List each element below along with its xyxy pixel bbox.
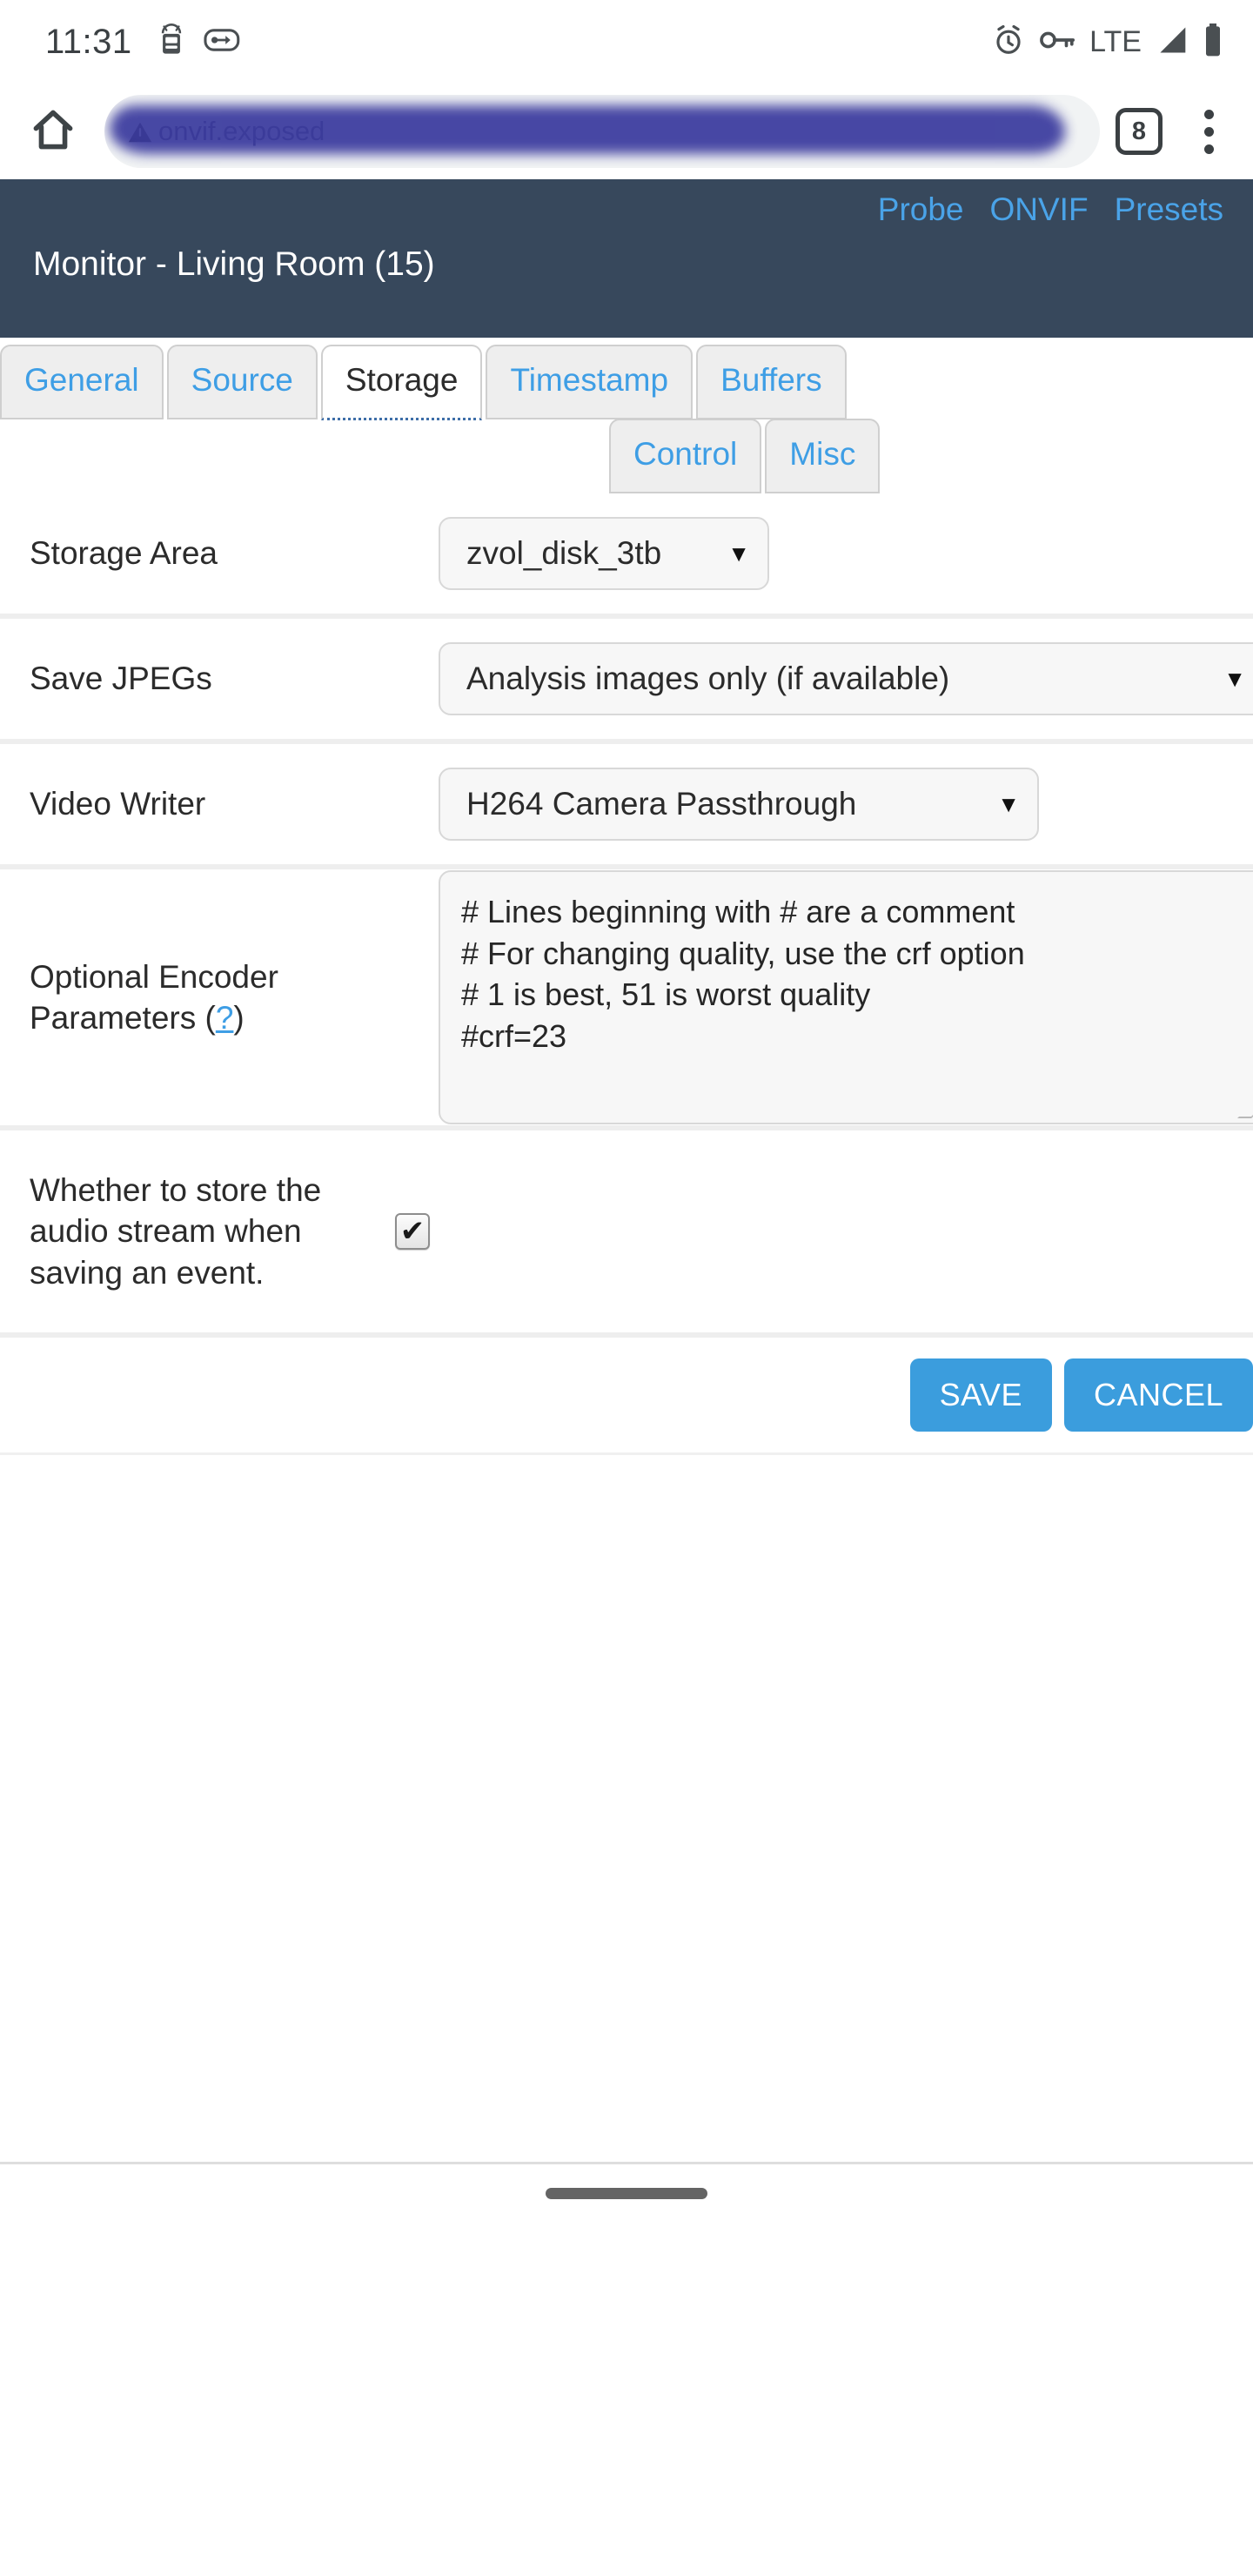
url-redaction-overlay xyxy=(110,105,1066,154)
row-storage-area: Storage Area zvol_disk_3tb ▼ xyxy=(0,493,1253,619)
home-icon xyxy=(29,105,77,158)
status-left-icons xyxy=(157,23,240,61)
storage-settings-form: Storage Area zvol_disk_3tb ▼ Save JPEGs … xyxy=(0,493,1253,1455)
tab-storage[interactable]: Storage xyxy=(320,345,483,420)
video-writer-value: H264 Camera Passthrough xyxy=(466,786,857,822)
tab-misc[interactable]: Misc xyxy=(765,419,881,493)
encoder-params-label-close: ) xyxy=(233,1000,245,1036)
row-encoder-params: Optional Encoder Parameters (?) # Lines … xyxy=(0,869,1253,1130)
status-right-icons: LTE xyxy=(992,23,1223,61)
status-clock: 11:31 xyxy=(45,22,132,61)
save-jpegs-select[interactable]: Analysis images only (if available) ▼ xyxy=(439,642,1253,715)
cancel-button[interactable]: CANCEL xyxy=(1063,1358,1253,1432)
settings-tabs: General Source Storage Timestamp Buffers… xyxy=(0,338,1253,493)
video-writer-label: Video Writer xyxy=(30,786,206,822)
form-actions: SAVE CANCEL xyxy=(0,1338,1253,1455)
signal-icon xyxy=(1156,25,1189,58)
storage-area-value: zvol_disk_3tb xyxy=(466,535,662,571)
store-audio-label: Whether to store the audio stream when s… xyxy=(30,1171,322,1291)
save-jpegs-label: Save JPEGs xyxy=(30,661,212,697)
home-button[interactable] xyxy=(21,105,85,158)
probe-link[interactable]: Probe xyxy=(878,191,964,228)
battery-icon xyxy=(1203,23,1223,61)
monitor-page-header: Probe ONVIF Presets Monitor - Living Roo… xyxy=(0,179,1253,338)
save-jpegs-value: Analysis images only (if available) xyxy=(466,661,950,696)
chevron-down-icon: ▼ xyxy=(1223,665,1246,692)
network-type-label: LTE xyxy=(1089,25,1142,58)
video-writer-field: H264 Camera Passthrough ▼ xyxy=(439,768,1253,841)
row-save-jpegs: Save JPEGs Analysis images only (if avai… xyxy=(0,619,1253,744)
browser-toolbar: onvif.exposed 8 xyxy=(0,84,1253,179)
encoder-params-field: # Lines beginning with # are a comment #… xyxy=(439,870,1253,1124)
storage-area-select[interactable]: zvol_disk_3tb ▼ xyxy=(439,517,769,590)
store-audio-checkbox[interactable]: ✔ xyxy=(395,1213,430,1250)
url-bar[interactable]: onvif.exposed xyxy=(104,95,1100,168)
store-audio-field: ✔ xyxy=(395,1213,1253,1250)
usb-debug-icon xyxy=(204,26,240,57)
chevron-down-icon: ▼ xyxy=(997,790,1020,817)
nav-gesture-pill[interactable] xyxy=(546,2187,707,2199)
row-store-audio: Whether to store the audio stream when s… xyxy=(0,1130,1253,1338)
tab-switcher-button[interactable]: 8 xyxy=(1116,108,1163,155)
tab-control[interactable]: Control xyxy=(609,419,762,493)
help-link[interactable]: ? xyxy=(216,1000,234,1036)
tab-row-secondary: Control Misc xyxy=(0,419,1253,493)
tab-row-primary: General Source Storage Timestamp Buffers xyxy=(0,345,1253,420)
vpn-key-icon xyxy=(1039,28,1075,56)
save-jpegs-field: Analysis images only (if available) ▼ xyxy=(439,642,1253,715)
row-video-writer: Video Writer H264 Camera Passthrough ▼ xyxy=(0,744,1253,869)
header-links: Probe ONVIF Presets xyxy=(878,191,1223,228)
android-keyboard-icon xyxy=(157,23,186,61)
video-writer-select[interactable]: H264 Camera Passthrough ▼ xyxy=(439,768,1039,841)
save-button[interactable]: SAVE xyxy=(909,1358,1052,1432)
encoder-params-textarea[interactable]: # Lines beginning with # are a comment #… xyxy=(439,870,1253,1124)
presets-link[interactable]: Presets xyxy=(1115,191,1223,228)
storage-area-label: Storage Area xyxy=(30,535,218,572)
onvif-link[interactable]: ONVIF xyxy=(990,191,1089,228)
tab-source[interactable]: Source xyxy=(166,345,318,419)
chevron-down-icon: ▼ xyxy=(727,540,750,567)
tab-buffers[interactable]: Buffers xyxy=(696,345,847,419)
page-title: Monitor - Living Room (15) xyxy=(33,245,435,283)
page-blank-area xyxy=(0,2162,1253,2210)
android-status-bar: 11:31 LTE xyxy=(0,0,1253,84)
alarm-icon xyxy=(992,23,1025,60)
android-nav-bar xyxy=(0,2164,1253,2210)
tab-general[interactable]: General xyxy=(0,345,164,419)
storage-area-field: zvol_disk_3tb ▼ xyxy=(439,517,1253,590)
tab-timestamp[interactable]: Timestamp xyxy=(486,345,694,419)
kebab-menu-icon[interactable] xyxy=(1187,109,1230,154)
encoder-params-label: Optional Encoder Parameters (?) xyxy=(30,956,439,1039)
